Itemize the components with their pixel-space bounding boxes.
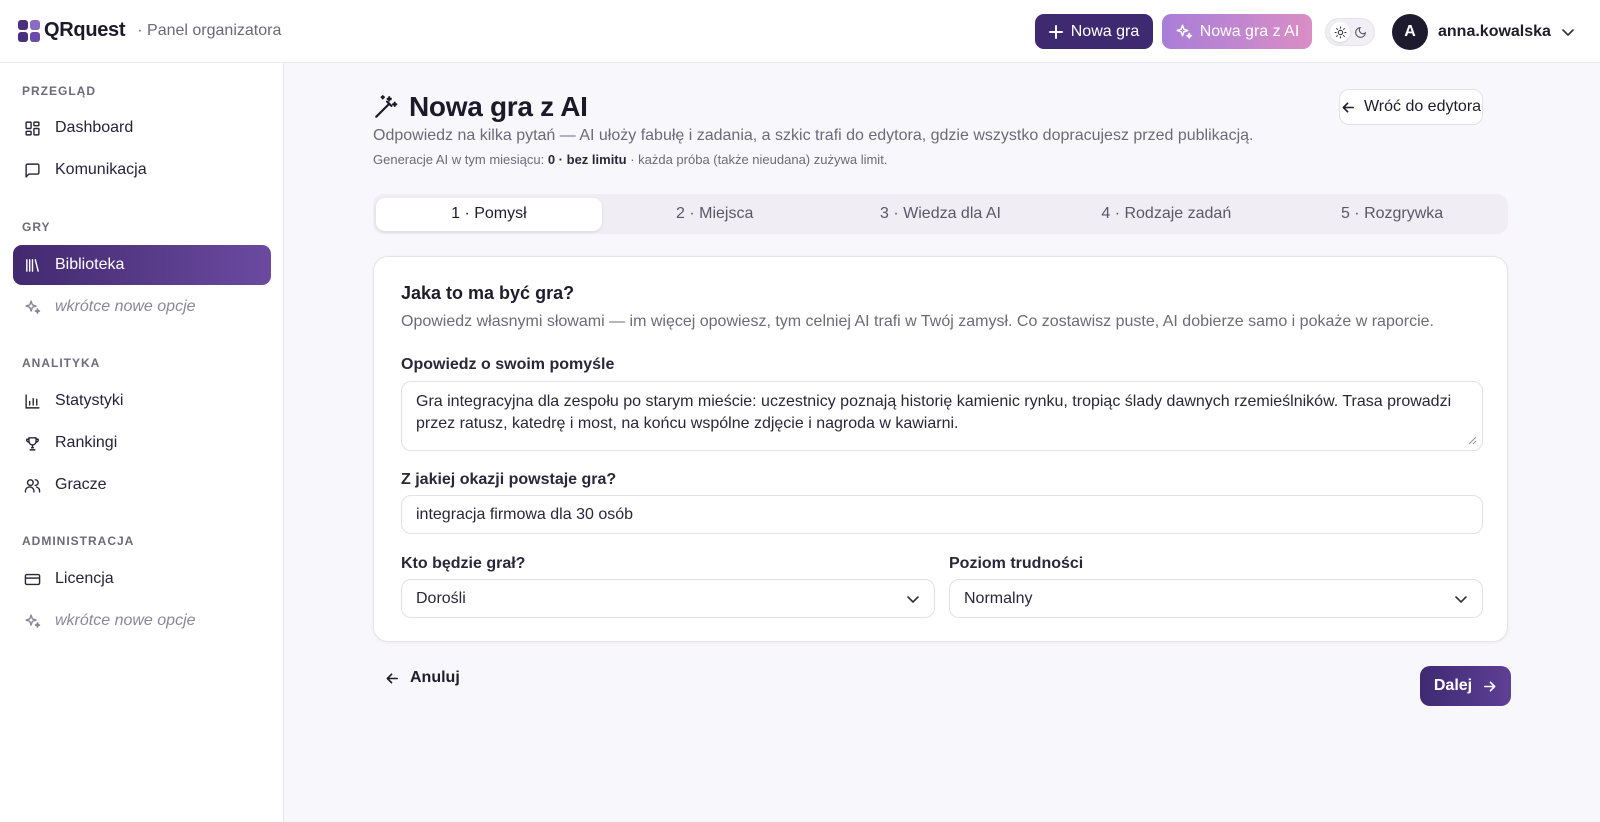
occasion-value: integracja firmowa dla 30 osób	[416, 505, 634, 523]
chevron-down-icon	[1562, 29, 1574, 37]
chevron-down-icon	[1455, 595, 1467, 603]
sparkles-icon	[23, 298, 41, 316]
tab-step-knowledge[interactable]: 3 · Wiedza dla AI	[828, 198, 1054, 231]
ai-usage-suffix: · każda próba (także nieudana) zużywa li…	[626, 152, 888, 167]
difficulty-label: Poziom trudności	[949, 555, 1084, 572]
sidebar-item-statistics[interactable]: Statystyki	[13, 381, 271, 421]
sidebar-item-players[interactable]: Gracze	[13, 465, 271, 505]
idea-label: Opowiedz o swoim pomyśle	[401, 356, 615, 373]
audience-select[interactable]: Dorośli	[401, 579, 935, 618]
page-title: Nowa gra z AI	[409, 91, 588, 122]
tab-step-places[interactable]: 2 · Miejsca	[602, 198, 828, 231]
arrow-left-icon	[386, 672, 398, 684]
resize-grip-icon[interactable]	[1468, 436, 1477, 445]
new-game-button[interactable]: Nowa gra	[1035, 14, 1153, 49]
library-icon	[23, 256, 41, 274]
arrow-left-icon	[1342, 101, 1354, 113]
sidebar-item-dashboard[interactable]: Dashboard	[13, 108, 271, 148]
new-game-ai-label: Nowa gra z AI	[1199, 22, 1300, 40]
ai-usage-count: 0 · bez limitu	[547, 152, 627, 167]
audience-value: Dorośli	[416, 589, 466, 607]
sidebar-item-coming-soon: wkrótce nowe opcje	[13, 601, 271, 641]
plus-icon	[1048, 24, 1063, 39]
sidebar-item-label: Biblioteka	[55, 256, 125, 273]
user-menu[interactable]: A anna.kowalska	[1392, 14, 1575, 50]
arrow-right-icon	[1484, 680, 1496, 692]
sidebar: PRZEGLĄD Dashboard Komunikacja GRY Bibli…	[0, 63, 284, 822]
cancel-button[interactable]: Anuluj	[381, 660, 464, 696]
audience-label: Kto będzie grał?	[401, 555, 526, 572]
sidebar-item-label: wkrótce nowe opcje	[55, 298, 196, 315]
sidebar-item-license[interactable]: Licencja	[13, 559, 271, 599]
sidebar-item-label: Rankingi	[55, 434, 118, 451]
dashboard-icon	[23, 119, 41, 137]
tab-step-idea[interactable]: 1 · Pomysł	[376, 197, 602, 231]
form-title: Jaka to ma być gra?	[401, 283, 575, 303]
sidebar-item-label: Gracze	[55, 476, 107, 493]
sun-icon[interactable]	[1330, 22, 1350, 42]
cancel-label: Anuluj	[410, 669, 460, 686]
sparkles-icon	[1176, 24, 1192, 39]
page-subtitle: Odpowiedz na kilka pytań — AI ułoży fabu…	[373, 127, 1254, 144]
sidebar-item-coming-soon: wkrótce nowe opcje	[13, 287, 271, 327]
form-subtitle: Opowiedz własnymi słowami — im więcej op…	[401, 313, 1434, 330]
tab-step-task-types[interactable]: 4 · Rodzaje zadań	[1053, 198, 1279, 231]
difficulty-value: Normalny	[964, 589, 1033, 607]
sidebar-item-label: wkrótce nowe opcje	[55, 612, 196, 629]
moon-icon[interactable]	[1350, 22, 1370, 42]
new-game-ai-button[interactable]: Nowa gra z AI	[1162, 14, 1312, 49]
top-bar: QRquest · Panel organizatora Nowa gra No…	[0, 0, 1600, 63]
brand[interactable]: QRquest · Panel organizatora	[18, 19, 281, 42]
credit-card-icon	[23, 570, 41, 588]
logo-icon	[18, 19, 40, 42]
back-to-editor-label: Wróć do edytora	[1363, 98, 1482, 115]
trophy-icon	[23, 434, 41, 452]
new-game-label: Nowa gra	[1070, 22, 1140, 40]
back-to-editor-button[interactable]: Wróć do edytora	[1339, 89, 1483, 125]
next-button[interactable]: Dalej	[1420, 666, 1511, 706]
username: anna.kowalska	[1438, 23, 1551, 40]
bar-chart-icon	[23, 392, 41, 410]
sidebar-item-rankings[interactable]: Rankingi	[13, 423, 271, 463]
wizard-steps: 1 · Pomysł 2 · Miejsca 3 · Wiedza dla AI…	[373, 194, 1508, 234]
idea-textarea[interactable]: Gra integracyjna dla zespołu po starym m…	[401, 381, 1483, 451]
theme-toggle[interactable]	[1325, 18, 1375, 46]
chevron-down-icon	[907, 595, 919, 603]
idea-form-card: Jaka to ma być gra? Opowiedz własnymi sł…	[373, 256, 1508, 642]
sidebar-section-title: ADMINISTRACJA	[22, 534, 135, 548]
page-header: Nowa gra z AI	[373, 91, 588, 123]
ai-usage-prefix: Generacje AI w tym miesiącu:	[373, 152, 548, 167]
idea-text: Gra integracyjna dla zespołu po starym m…	[416, 393, 1452, 432]
avatar: A	[1392, 14, 1428, 50]
tab-step-gameplay[interactable]: 5 · Rozgrywka	[1279, 198, 1505, 231]
difficulty-select[interactable]: Normalny	[949, 579, 1483, 618]
next-label: Dalej	[1433, 677, 1473, 694]
sidebar-section-title: GRY	[22, 220, 51, 234]
magic-wand-icon	[375, 95, 398, 118]
sparkles-icon	[23, 612, 41, 630]
sidebar-section-title: PRZEGLĄD	[22, 84, 96, 98]
users-icon	[23, 476, 41, 494]
occasion-label: Z jakiej okazji powstaje gra?	[401, 471, 617, 488]
brand-name: QRquest	[44, 19, 126, 41]
chat-icon	[23, 161, 41, 179]
brand-subtitle: · Panel organizatora	[137, 21, 282, 39]
sidebar-item-label: Dashboard	[55, 119, 134, 136]
occasion-input[interactable]: integracja firmowa dla 30 osób	[401, 495, 1483, 534]
sidebar-section-title: ANALITYKA	[22, 356, 101, 370]
sidebar-item-communication[interactable]: Komunikacja	[13, 150, 271, 190]
sidebar-item-label: Statystyki	[55, 392, 124, 409]
sidebar-item-library[interactable]: Biblioteka	[13, 245, 271, 285]
sidebar-item-label: Komunikacja	[55, 161, 147, 178]
sidebar-item-label: Licencja	[55, 570, 114, 587]
main-content: Nowa gra z AI Odpowiedz na kilka pytań —…	[285, 63, 1600, 822]
ai-usage-note: Generacje AI w tym miesiącu: 0 · bez lim…	[373, 152, 887, 167]
